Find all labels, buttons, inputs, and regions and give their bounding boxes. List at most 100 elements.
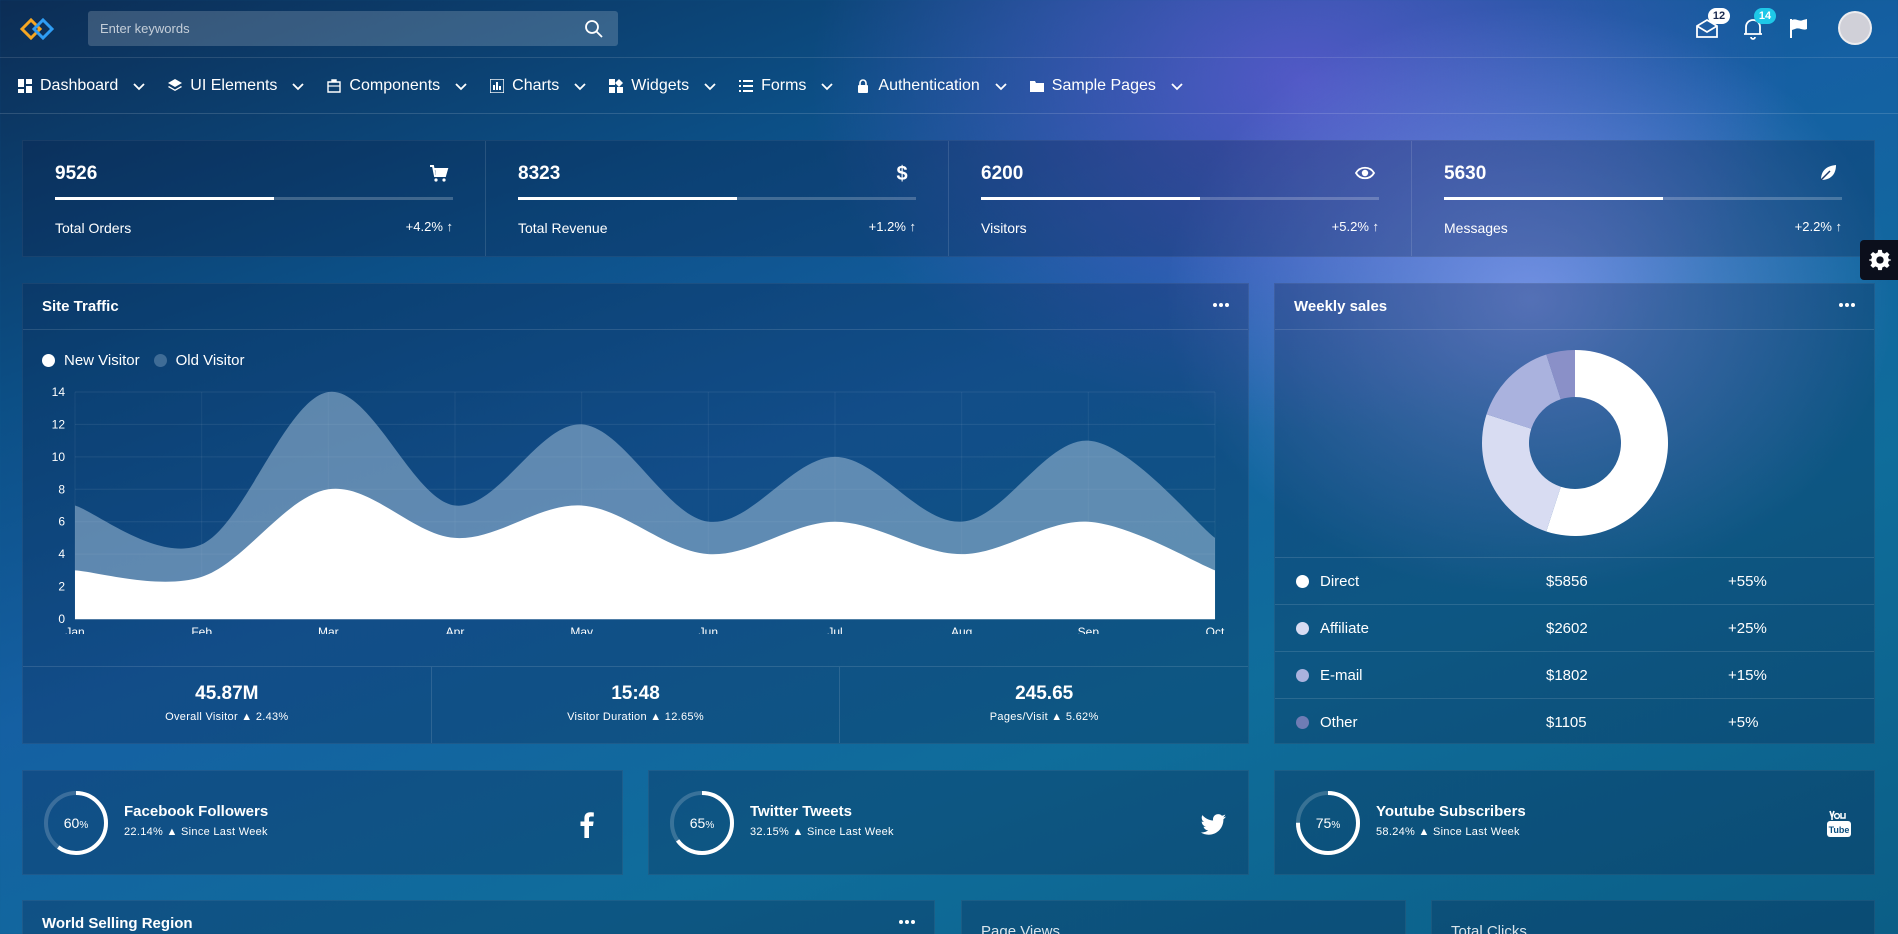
stat-label: Messages [1444, 220, 1508, 236]
legend-dot [1296, 669, 1309, 682]
page-views-card: Page Views [961, 900, 1406, 934]
nav-item-label: Widgets [631, 77, 690, 94]
folder-icon [1029, 81, 1044, 92]
summary-pages-visit: 245.65 Pages/Visit ▲ 5.62% [840, 667, 1248, 743]
stat-value: 5630 [1444, 163, 1487, 184]
youtube-icon[interactable]: Tube [1824, 809, 1854, 839]
sales-pct: +55% [1728, 573, 1767, 590]
social-title: Youtube Subscribers [1376, 803, 1526, 820]
top-header: 12 14 [0, 0, 1898, 58]
sales-pct: +25% [1728, 620, 1767, 637]
sales-row-affiliate[interactable]: Affiliate $2602 +25% [1275, 604, 1874, 651]
sales-row-email[interactable]: E-mail $1802 +15% [1275, 651, 1874, 698]
stat-progress-fill [1444, 197, 1663, 200]
nav-item-label: UI Elements [190, 77, 278, 94]
search-icon[interactable] [584, 19, 604, 39]
card-title: Page Views [981, 923, 1060, 934]
more-icon[interactable] [1838, 296, 1856, 314]
arrow-up-icon: ▲ [241, 711, 253, 723]
legend-label: New Visitor [64, 352, 140, 369]
mail-badge: 12 [1708, 8, 1730, 24]
search-box[interactable] [88, 11, 618, 46]
x-tick-label: May [570, 625, 593, 634]
mail-button[interactable]: 12 [1695, 8, 1730, 42]
more-icon[interactable] [1212, 296, 1230, 314]
cart-icon [430, 165, 449, 182]
flag-icon [1790, 19, 1807, 38]
world-selling-region-card: World Selling Region [22, 900, 935, 934]
stat-change: +4.2% ↑ [405, 219, 453, 234]
summary-overall-visitor: 45.87M Overall Visitor ▲ 2.43% [23, 667, 432, 743]
y-tick-label: 4 [58, 547, 65, 561]
stat-progress [981, 197, 1379, 200]
chevron-down-icon [1171, 83, 1183, 91]
social-sub: 22.14% ▲ Since Last Week [124, 826, 268, 838]
y-tick-label: 2 [58, 580, 65, 594]
sales-name: E-mail [1320, 667, 1363, 684]
divider [23, 329, 1248, 330]
gear-icon [1869, 249, 1891, 271]
twitter-icon[interactable] [1198, 809, 1228, 839]
nav-item-label: Sample Pages [1051, 77, 1156, 94]
svg-text:Tube: Tube [1829, 825, 1850, 835]
social-sub: 32.15% ▲ Since Last Week [750, 826, 894, 838]
stat-label: Visitors [981, 220, 1027, 236]
stat-change: +1.2% ↑ [868, 219, 916, 234]
stat-progress [1444, 197, 1842, 200]
arrow-up-icon: ▲ [792, 826, 804, 838]
legend-dot [42, 354, 55, 367]
nav-item-widgets[interactable]: Widgets [609, 59, 717, 113]
nav-item-dashboard[interactable]: Dashboard [18, 59, 146, 113]
nav-item-forms[interactable]: Forms [739, 59, 834, 113]
card-title: World Selling Region [42, 915, 193, 932]
avatar[interactable] [1838, 11, 1872, 45]
ring-percent: 60% [63, 815, 89, 831]
arrow-up-icon: ▲ [1418, 826, 1430, 838]
stat-progress-fill [981, 197, 1200, 200]
summary-visitor-duration: 15:48 Visitor Duration ▲ 12.65% [432, 667, 841, 743]
lock-icon [858, 79, 869, 93]
x-tick-label: Jul [827, 625, 842, 634]
chevron-down-icon [995, 83, 1007, 91]
nav-item-sample-pages[interactable]: Sample Pages [1029, 59, 1184, 113]
y-tick-label: 8 [58, 482, 65, 496]
sales-row-direct[interactable]: Direct $5856 +55% [1275, 557, 1874, 604]
stat-change: +2.2% ↑ [1794, 219, 1842, 234]
flag-button[interactable] [1787, 16, 1813, 42]
summary-desc: Pages/Visit ▲ 5.62% [840, 711, 1248, 723]
facebook-icon[interactable] [572, 809, 602, 839]
sales-name: Other [1320, 714, 1358, 731]
sales-amount: $1105 [1546, 714, 1587, 731]
sales-row-other[interactable]: Other $1105 +5% [1275, 698, 1874, 745]
summary-change: 5.62% [1065, 711, 1099, 723]
settings-toggle[interactable] [1860, 240, 1898, 280]
more-icon[interactable] [898, 913, 916, 931]
sales-name: Affiliate [1320, 620, 1369, 637]
summary-desc: Overall Visitor ▲ 2.43% [23, 711, 431, 723]
stat-card-messages: 5630 Messages +2.2% ↑ [1412, 141, 1874, 256]
sales-name: Direct [1320, 573, 1360, 590]
stat-label: Total Revenue [518, 220, 608, 236]
card-title: Weekly sales [1294, 298, 1388, 315]
widgets-icon [609, 79, 624, 93]
notifications-button[interactable]: 14 [1741, 8, 1776, 42]
facebook-card: 60% Facebook Followers 22.14% ▲ Since La… [22, 770, 623, 875]
logo-icon[interactable] [18, 14, 58, 44]
ring-percent: 75% [1315, 815, 1341, 831]
dashboard-icon [18, 79, 32, 93]
legend-item-old-visitor[interactable]: Old Visitor [153, 352, 245, 369]
nav-item-charts[interactable]: Charts [490, 59, 587, 113]
arrow-up-icon: ▲ [166, 826, 178, 838]
legend-item-new-visitor[interactable]: New Visitor [42, 352, 140, 369]
nav-item-label: Authentication [878, 77, 980, 94]
search-input[interactable] [88, 11, 618, 46]
list-icon [739, 80, 754, 92]
briefcase-icon [327, 79, 342, 93]
arrow-up-icon: ▲ [1051, 711, 1063, 723]
sales-pct: +15% [1728, 667, 1767, 684]
site-traffic-chart: 0 2 4 6 8 10 12 14 Jan Feb Mar Apr May Jun Jul Aug Sep Oc… [52, 385, 1225, 634]
stat-change: +5.2% ↑ [1331, 219, 1379, 234]
nav-item-ui-elements[interactable]: UI Elements [168, 59, 305, 113]
nav-item-authentication[interactable]: Authentication [856, 59, 1007, 113]
nav-item-components[interactable]: Components [327, 59, 468, 113]
